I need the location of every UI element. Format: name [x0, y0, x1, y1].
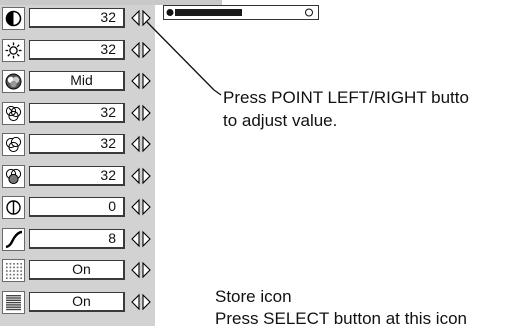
adjust-callout-line1: Press POINT LEFT/RIGHT butto	[223, 88, 469, 107]
adjust-callout-line2: to adjust value.	[223, 111, 338, 130]
callout-leader-line	[145, 20, 222, 96]
image-adjust-menu-screen: 32 32 Mid 32 32 32 0 8 On On Press POINT LEFT/RIG…	[0, 0, 525, 328]
store-icon-instruction: Press SELECT button at this icon	[215, 309, 467, 328]
store-icon-title: Store icon	[215, 287, 292, 306]
